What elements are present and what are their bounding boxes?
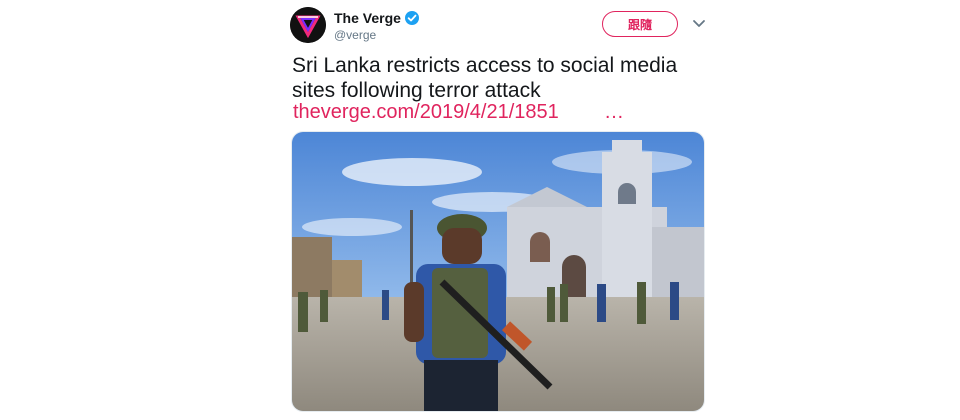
verge-logo-icon bbox=[290, 7, 326, 43]
tweet-text: Sri Lanka restricts access to social med… bbox=[292, 54, 678, 102]
author-handle[interactable]: @verge bbox=[334, 28, 376, 42]
author-avatar[interactable] bbox=[290, 7, 326, 43]
tweet-card: The Verge @verge 跟隨 Sri Lanka restricts … bbox=[0, 0, 960, 420]
author-name-row[interactable]: The Verge bbox=[334, 9, 419, 27]
more-options-chevron-icon[interactable] bbox=[692, 19, 706, 29]
follow-button[interactable]: 跟隨 bbox=[602, 11, 678, 37]
tweet-media-photo[interactable] bbox=[291, 131, 705, 412]
verified-badge-icon bbox=[404, 11, 419, 25]
tweet-link-ellipsis[interactable]: … bbox=[604, 101, 624, 124]
author-display-name[interactable]: The Verge bbox=[334, 10, 401, 26]
tweet-link[interactable]: theverge.com/2019/4/21/1851 bbox=[293, 101, 559, 124]
photo-scene bbox=[292, 132, 704, 411]
